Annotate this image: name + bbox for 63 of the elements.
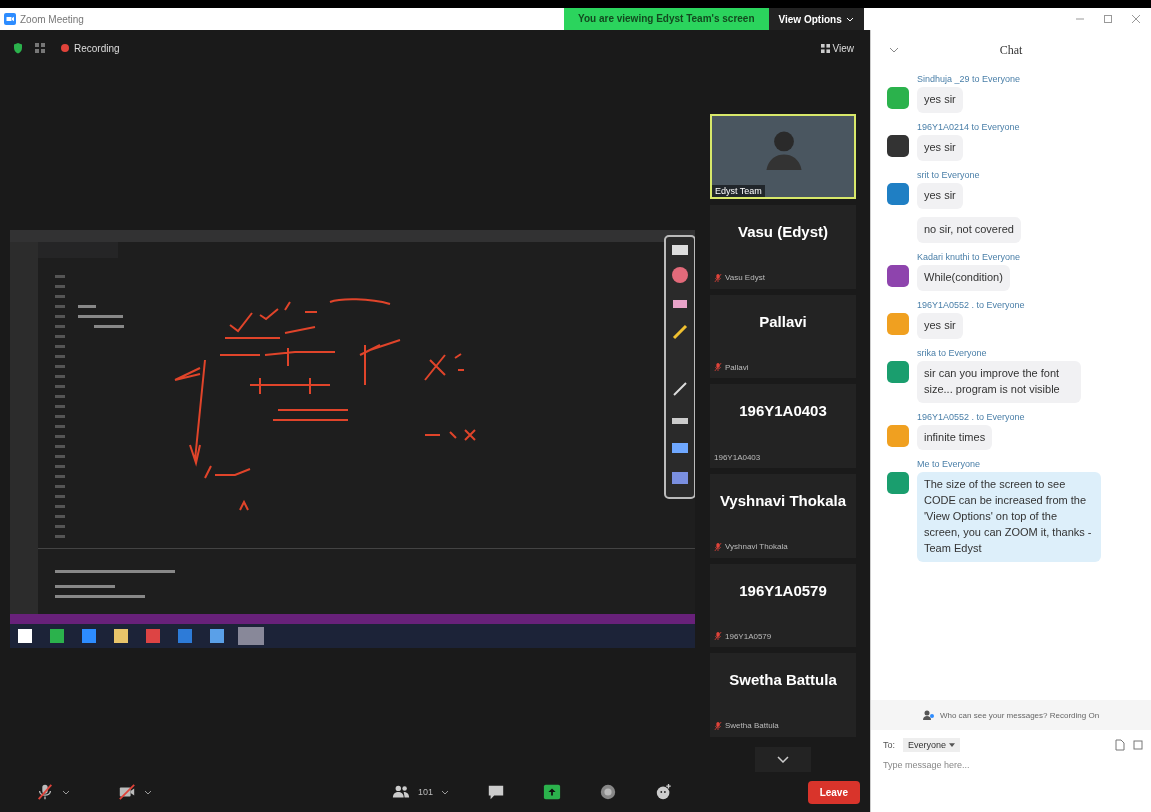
leave-button[interactable]: Leave [807, 780, 860, 804]
message-sender: Kadari knuthi to Everyone [917, 251, 1022, 262]
participant-name: 196Y1A0579 [738, 581, 828, 599]
message-bubble: infinite times [917, 424, 993, 451]
participant-label: 196Y1A0403 [714, 452, 761, 462]
chevron-down-icon[interactable] [777, 755, 789, 763]
recording-dot-icon [60, 43, 70, 53]
message-sender: Me to Everyone [917, 459, 982, 470]
zoom-logo-icon [4, 13, 16, 25]
to-label: To: [883, 740, 895, 750]
caret-icon[interactable] [144, 789, 152, 795]
privacy-notice: Who can see your messages? Recording On [939, 710, 1100, 720]
view-button[interactable]: View [814, 41, 860, 55]
message-bubble: yes sir [917, 134, 963, 161]
message-sender: Sindhuja _29 to Everyone [917, 74, 1022, 84]
message-bubble: no sir, not covered [917, 216, 1021, 243]
participant-label: Vyshnavi Thokala [725, 542, 788, 552]
chat-title: Chat [999, 42, 1023, 58]
participant-label: 196Y1A0579 [725, 631, 772, 641]
participant-name: Pallavi [758, 312, 808, 330]
participant-label: Swetha Battula [725, 721, 779, 731]
mic-muted-icon[interactable] [36, 783, 54, 801]
message-bubble: The size of the screen to see CODE can be increased from the 'View Options' on top of the screen, you can ZOOM it, thanks - Team Edyst [917, 472, 1101, 563]
file-icon[interactable] [1115, 739, 1125, 751]
caret-icon[interactable] [441, 789, 450, 795]
participant-name: Vasu (Edyst) [737, 222, 829, 240]
recording-label: Recording [74, 42, 120, 54]
video-name-label: Edyst Team [712, 184, 765, 197]
chat-icon[interactable] [487, 783, 506, 801]
camera-off-icon[interactable] [118, 783, 136, 801]
participant-count: 101 [418, 787, 434, 797]
message-sender: srit to Everyone [917, 169, 981, 180]
participant-name: Swetha Battula [728, 671, 838, 689]
close-icon[interactable] [1131, 14, 1141, 24]
caret-icon[interactable] [949, 743, 956, 747]
message-bubble: yes sir [917, 182, 963, 209]
view-options-button[interactable]: View Options [768, 8, 864, 30]
maximize-icon[interactable] [1103, 14, 1113, 24]
message-bubble: sir can you improve the font size... program is not visible [917, 360, 1081, 403]
message-bubble: yes sir [917, 312, 963, 339]
people-icon [922, 709, 935, 721]
grid-icon[interactable] [820, 43, 830, 53]
shield-icon[interactable] [12, 42, 24, 54]
participant-label: Pallavi [725, 362, 749, 372]
recipient-dropdown[interactable]: Everyone [903, 738, 961, 752]
caret-icon[interactable] [62, 789, 70, 795]
reactions-icon[interactable] [655, 783, 674, 801]
participant-name: Vyshnavi Thokala [718, 491, 848, 509]
more-icon[interactable] [1133, 739, 1143, 751]
message-sender: srika to Everyone [917, 347, 988, 358]
participant-name: 196Y1A0403 [738, 402, 828, 420]
viewing-banner: You are viewing Edyst Team's screen [564, 8, 769, 30]
participant-label: Vasu Edyst [725, 273, 765, 282]
record-icon[interactable] [599, 783, 618, 801]
message-sender: 196Y1A0552 . to Everyone [917, 299, 1026, 310]
avatar-picture [887, 134, 909, 157]
message-bubble: yes sir [917, 87, 963, 113]
share-screen-icon[interactable] [543, 783, 562, 801]
collapse-icon[interactable] [889, 47, 899, 53]
message-sender: 196Y1A0214 to Everyone [917, 121, 1021, 132]
window-title: Zoom Meeting [20, 13, 84, 25]
message-sender: 196Y1A0552 . to Everyone [917, 411, 1026, 422]
message-bubble: While(condition) [917, 264, 1010, 291]
